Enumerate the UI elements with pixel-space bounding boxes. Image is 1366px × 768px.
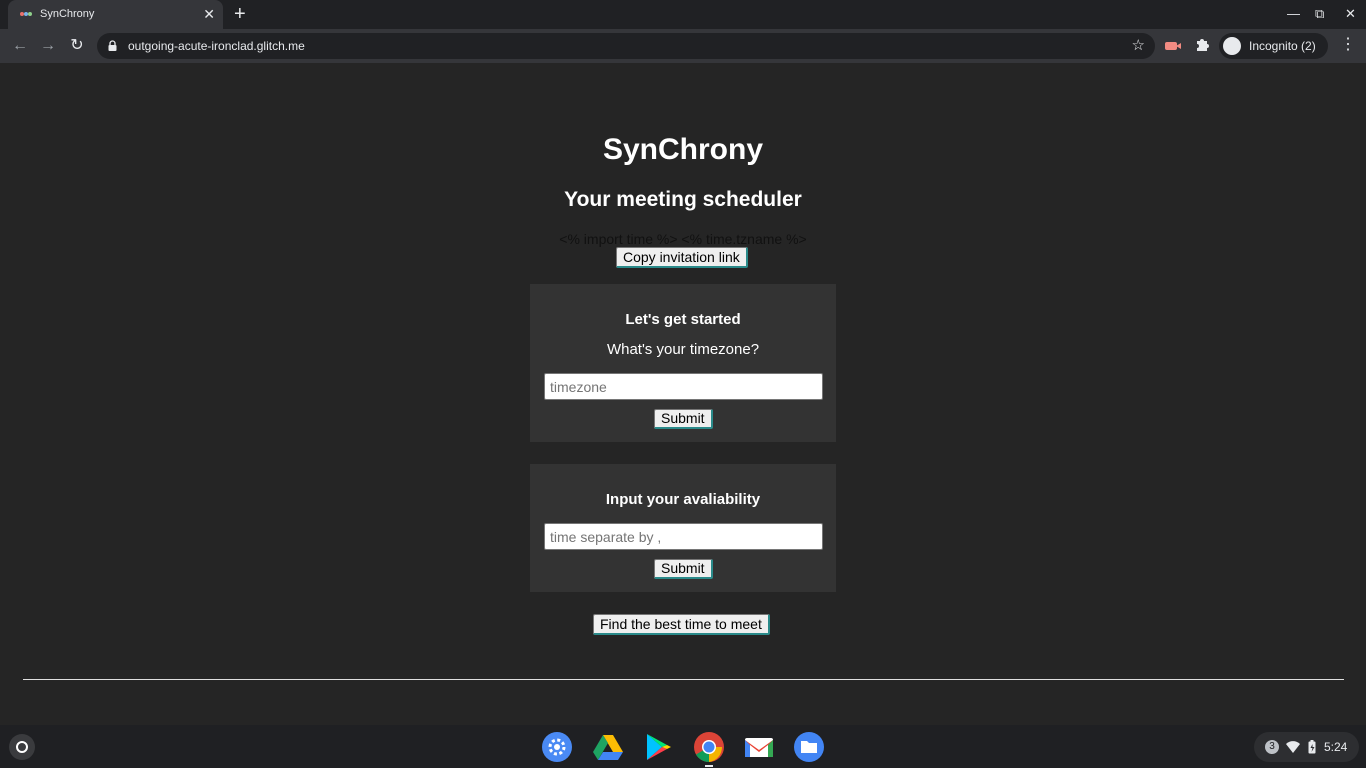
copy-invitation-link-button[interactable]: Copy invitation link [616,247,748,268]
glitch-favicon-icon [20,10,32,18]
back-icon[interactable]: ← [10,36,30,56]
new-tab-button[interactable]: + [234,3,246,25]
gmail-icon[interactable] [743,731,775,763]
availability-card-heading: Input your avaliability [605,491,761,508]
timezone-question: What's your timezone? [606,341,760,358]
clock-time: 5:24 [1324,740,1348,754]
page-content: SynChrony Your meeting scheduler <% impo… [0,63,1366,725]
availability-submit-button[interactable]: Submit [654,559,713,579]
browser-toolbar: ← → ↻ outgoing-acute-ironclad.glitch.me … [0,29,1366,63]
availability-input[interactable] [544,523,823,550]
timezone-input[interactable] [544,373,823,400]
launcher-icon[interactable] [9,734,35,760]
window-close-icon[interactable]: ✕ [1345,5,1356,23]
active-app-indicator [705,765,713,767]
timezone-card-heading: Let's get started [625,311,741,328]
battery-icon [1308,740,1316,754]
lock-icon [108,40,117,51]
status-tray[interactable]: 3 5:24 [1254,732,1359,762]
bookmark-star-icon[interactable]: ☆ [1132,36,1145,56]
incognito-icon [1223,37,1241,55]
os-shelf: 3 5:24 [0,725,1366,768]
minimize-icon[interactable]: — [1287,5,1300,23]
incognito-label: Incognito (2) [1249,39,1316,53]
address-bar[interactable]: outgoing-acute-ironclad.glitch.me ☆ [97,33,1155,59]
browser-tab[interactable]: SynChrony ✕ [8,0,223,29]
cast-extension-icon[interactable] [1164,37,1182,55]
forward-icon[interactable]: → [38,36,58,56]
google-drive-icon[interactable] [592,731,624,763]
tab-strip: SynChrony ✕ + — ⧉ ✕ [0,0,1366,29]
reload-icon[interactable]: ↻ [67,36,87,56]
tab-title: SynChrony [40,8,95,20]
files-icon[interactable] [793,731,825,763]
timezone-card: Let's get started What's your timezone? … [530,284,836,442]
chrome-icon[interactable] [693,731,725,763]
restore-icon[interactable]: ⧉ [1315,5,1324,23]
google-play-icon[interactable] [642,731,674,763]
find-best-time-button[interactable]: Find the best time to meet [593,614,770,635]
settings-icon[interactable] [541,731,573,763]
horizontal-rule [23,679,1344,680]
wifi-icon [1286,741,1300,753]
extensions-puzzle-icon[interactable] [1194,37,1210,53]
page-subtitle: Your meeting scheduler [564,188,802,211]
timezone-submit-button[interactable]: Submit [654,409,713,429]
raw-template-text: <% import time %> <% time.tzname %> [559,231,807,247]
url-text: outgoing-acute-ironclad.glitch.me [128,39,305,53]
incognito-profile-button[interactable]: Incognito (2) [1219,33,1328,59]
browser-menu-icon[interactable]: ⋮ [1340,35,1356,55]
notification-count-badge: 3 [1265,740,1279,754]
page-title: SynChrony [602,133,764,166]
availability-card: Input your avaliability Submit [530,464,836,592]
tab-close-icon[interactable]: ✕ [203,6,215,22]
